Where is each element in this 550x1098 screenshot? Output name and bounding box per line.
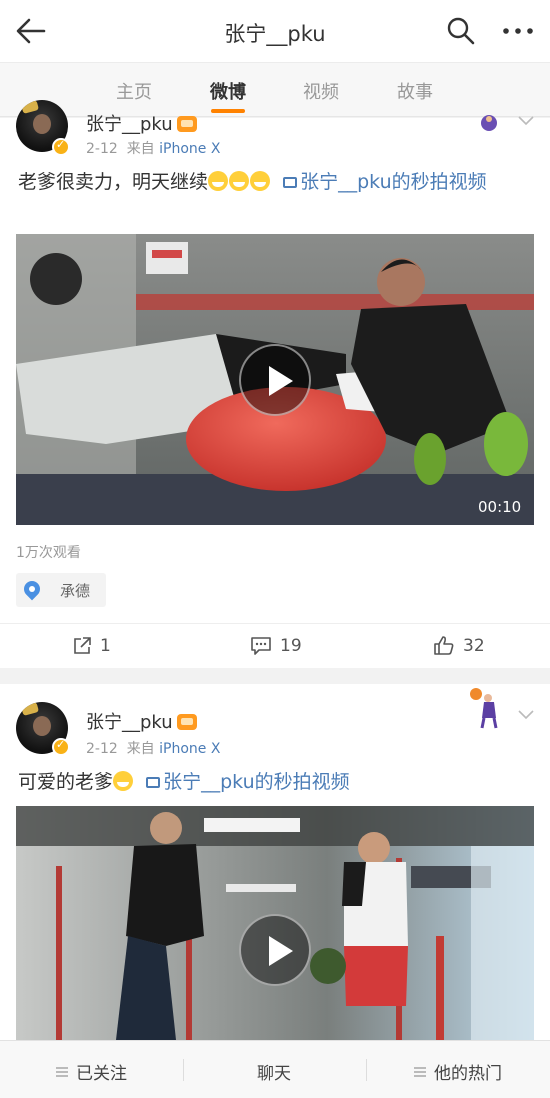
location-tag[interactable]: 承德 bbox=[16, 573, 106, 607]
video-link[interactable]: 张宁__pku的秒拍视频 bbox=[146, 771, 350, 793]
chevron-down-icon[interactable] bbox=[518, 116, 534, 126]
search-icon[interactable] bbox=[446, 16, 476, 46]
menu-icon bbox=[56, 1066, 68, 1077]
play-button-icon[interactable] bbox=[239, 914, 311, 986]
weibo-profile-screen: 张宁__pku 主页 微博 视频 故事 张宁__pku 2-12 来自 i bbox=[0, 0, 550, 1098]
thumbs-up-icon bbox=[434, 636, 454, 655]
comment-icon bbox=[251, 637, 271, 655]
active-tab-indicator bbox=[211, 109, 245, 113]
top-bar: 张宁__pku bbox=[0, 0, 550, 62]
post-username[interactable]: 张宁__pku bbox=[86, 708, 197, 734]
repost-count: 1 bbox=[100, 636, 111, 656]
post-card: 张宁__pku 2-12 来自 iPhone X 可爱的老爹 张宁__pku的秒… bbox=[0, 684, 550, 1040]
grin-emoji-icon bbox=[229, 171, 250, 191]
video-link-icon bbox=[283, 177, 298, 188]
comment-button[interactable]: 19 bbox=[250, 636, 302, 656]
tab-home[interactable]: 主页 bbox=[116, 78, 152, 104]
video-player[interactable]: 00:10 bbox=[16, 234, 534, 525]
vip-crown-icon bbox=[176, 714, 197, 730]
basketball-player-sticker-icon bbox=[470, 688, 498, 729]
bottom-action-bar: 已关注 聊天 他的热门 bbox=[0, 1040, 550, 1098]
like-count: 32 bbox=[463, 636, 485, 656]
avatar-face-graphic bbox=[33, 114, 51, 134]
video-link-text: 张宁__pku的秒拍视频 bbox=[163, 771, 350, 793]
avatar-cap-graphic bbox=[20, 702, 40, 716]
comment-count: 19 bbox=[280, 636, 302, 656]
divider bbox=[366, 1059, 367, 1081]
post-card: 张宁__pku 2-12 来自 iPhone X 老爹很卖力，明天继续 张宁__… bbox=[0, 100, 550, 669]
vip-crown-icon bbox=[176, 116, 197, 132]
post-source[interactable]: iPhone X bbox=[159, 141, 220, 157]
username-text: 张宁__pku bbox=[86, 712, 173, 733]
followed-label: 已关注 bbox=[76, 1064, 127, 1084]
video-link-text: 张宁__pku的秒拍视频 bbox=[300, 171, 487, 193]
video-link-icon bbox=[146, 777, 161, 788]
avatar-face-graphic bbox=[33, 716, 51, 736]
chevron-down-icon[interactable] bbox=[518, 710, 534, 720]
tab-video[interactable]: 视频 bbox=[303, 78, 339, 104]
tab-weibo[interactable]: 微博 bbox=[210, 78, 246, 104]
source-prefix: 来自 bbox=[126, 141, 155, 157]
post-body-text: 老爹很卖力，明天继续 bbox=[18, 171, 209, 193]
his-hot-label: 他的热门 bbox=[434, 1064, 502, 1084]
view-count: 1万次观看 bbox=[16, 545, 81, 561]
like-button[interactable]: 32 bbox=[433, 636, 485, 656]
more-options-icon[interactable] bbox=[500, 18, 536, 44]
his-hot-button[interactable]: 他的热门 bbox=[414, 1059, 502, 1084]
decorative-sticker-icon bbox=[481, 115, 497, 131]
source-prefix: 来自 bbox=[126, 741, 155, 757]
share-icon bbox=[74, 637, 91, 654]
profile-tabs: 主页 微博 视频 故事 bbox=[0, 62, 550, 117]
post-username[interactable]: 张宁__pku bbox=[86, 110, 197, 136]
location-pin-icon bbox=[20, 577, 44, 601]
post-meta: 2-12 来自 iPhone X bbox=[86, 738, 220, 758]
tab-story[interactable]: 故事 bbox=[397, 78, 433, 104]
play-button-icon[interactable] bbox=[239, 344, 311, 416]
post-source[interactable]: iPhone X bbox=[159, 741, 220, 757]
post-text: 可爱的老爹 张宁__pku的秒拍视频 bbox=[18, 766, 523, 798]
grin-emoji-icon bbox=[208, 171, 229, 191]
location-text: 承德 bbox=[60, 582, 91, 600]
video-link[interactable]: 张宁__pku的秒拍视频 bbox=[283, 171, 487, 193]
verified-badge-icon bbox=[52, 738, 70, 756]
post-text: 老爹很卖力，明天继续 张宁__pku的秒拍视频 bbox=[18, 166, 523, 198]
video-duration: 00:10 bbox=[478, 498, 522, 516]
followed-button[interactable]: 已关注 bbox=[56, 1059, 127, 1084]
video-player[interactable] bbox=[16, 806, 534, 1040]
post-meta: 2-12 来自 iPhone X bbox=[86, 138, 220, 158]
post-date: 2-12 bbox=[86, 741, 118, 757]
menu-icon bbox=[414, 1066, 426, 1077]
divider bbox=[183, 1059, 184, 1081]
grin-emoji-icon bbox=[250, 171, 271, 191]
chat-label: 聊天 bbox=[257, 1064, 291, 1084]
laugh-cry-emoji-icon bbox=[113, 771, 134, 791]
username-text: 张宁__pku bbox=[86, 114, 173, 135]
chat-button[interactable]: 聊天 bbox=[257, 1059, 291, 1084]
post-date: 2-12 bbox=[86, 141, 118, 157]
post-body-text: 可爱的老爹 bbox=[18, 771, 114, 793]
post-actions: 1 19 32 bbox=[0, 623, 550, 669]
verified-badge-icon bbox=[52, 138, 70, 156]
repost-button[interactable]: 1 bbox=[72, 636, 111, 656]
